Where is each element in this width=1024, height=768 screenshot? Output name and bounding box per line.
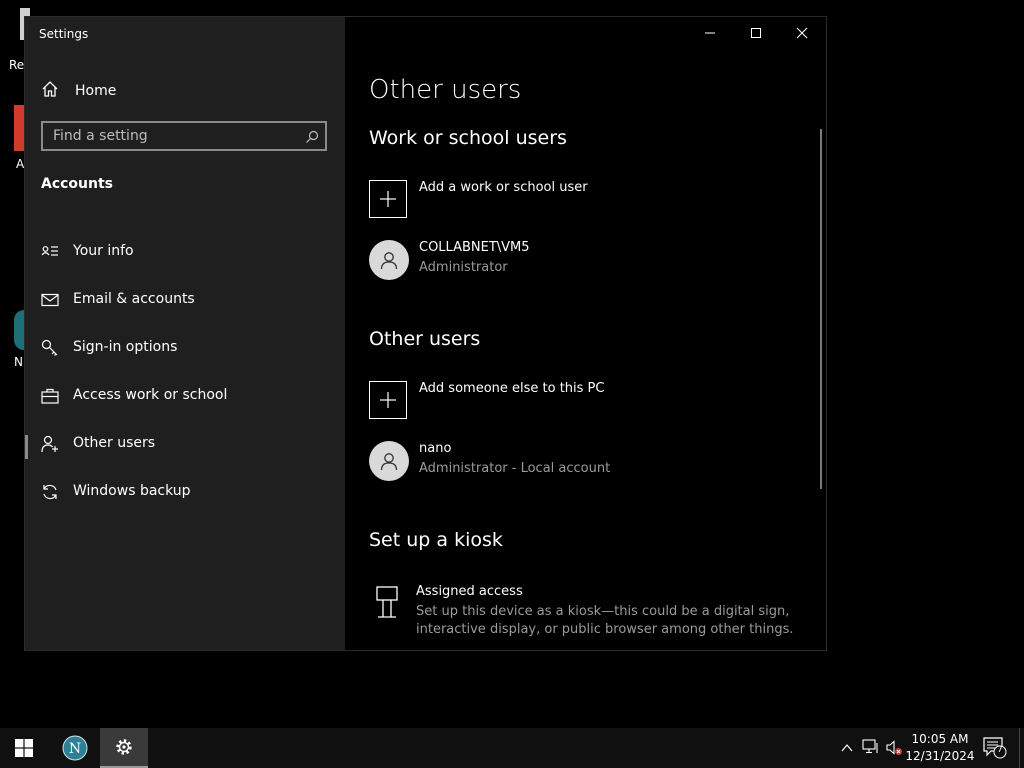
settings-window: Settings Home Find a setting Accounts Yo…: [24, 16, 827, 651]
sidebar-item-windows-backup[interactable]: Windows backup: [25, 473, 345, 513]
kiosk-heading: Set up a kiosk: [369, 529, 503, 551]
add-someone-else-button[interactable]: Add someone else to this PC: [369, 381, 629, 421]
section-title: Accounts: [41, 176, 114, 192]
notification-count: 7: [997, 745, 1003, 755]
sidebar-item-label: Email & accounts: [73, 291, 195, 307]
user-avatar-icon: [369, 441, 409, 481]
taskbar-app-button[interactable]: N: [52, 728, 98, 768]
maximize-button[interactable]: [733, 17, 779, 49]
user-account-nano[interactable]: nano Administrator - Local account: [369, 441, 629, 481]
sync-icon: [41, 483, 59, 501]
mail-icon: [41, 291, 59, 309]
close-button[interactable]: [779, 17, 825, 49]
add-work-school-label: Add a work or school user: [419, 180, 588, 195]
sidebar-item-email-accounts[interactable]: Email & accounts: [25, 281, 345, 321]
search-icon[interactable]: [305, 129, 319, 148]
clock[interactable]: 10:05 AM 12/31/2024: [905, 731, 975, 765]
your-info-icon: [41, 243, 59, 261]
taskbar-settings-button[interactable]: [100, 728, 148, 768]
window-title: Settings: [39, 27, 89, 41]
desktop-app-icon[interactable]: [14, 310, 24, 350]
sidebar-item-label: Other users: [73, 435, 156, 451]
assigned-access-button[interactable]: Assigned access Set up this device as a …: [369, 582, 794, 642]
plus-icon: [369, 180, 407, 218]
taskbar: N 10:05 AM 12/31/2024 7: [0, 728, 1024, 768]
add-someone-else-label: Add someone else to this PC: [419, 381, 605, 396]
nav-home-label: Home: [75, 83, 117, 99]
desktop-icons-area: Rec A N: [0, 0, 31, 420]
assigned-access-title: Assigned access: [416, 584, 523, 599]
main-content: Other users Work or school users Add a w…: [345, 17, 826, 650]
nav-home[interactable]: Home: [41, 81, 116, 101]
add-work-school-user-button[interactable]: Add a work or school user: [369, 180, 629, 220]
active-indicator: [25, 435, 28, 459]
user-role: Administrator: [419, 260, 508, 275]
user-account-collabnet[interactable]: COLLABNET\VM5 Administrator: [369, 240, 629, 280]
network-icon[interactable]: [862, 739, 880, 759]
minimize-button[interactable]: [687, 17, 733, 49]
sidebar-item-label: Sign-in options: [73, 339, 178, 355]
start-button[interactable]: [0, 728, 48, 768]
sidebar-item-label: Access work or school: [73, 387, 228, 403]
notification-center-icon[interactable]: 7: [983, 737, 1007, 763]
home-icon: [41, 80, 59, 102]
svg-text:N: N: [69, 741, 81, 757]
user-avatar-icon: [369, 240, 409, 280]
user-name: nano: [419, 441, 452, 456]
windows-logo-icon: [15, 739, 33, 757]
sidebar-item-sign-in-options[interactable]: Sign-in options: [25, 329, 345, 369]
desktop-app-icon[interactable]: [14, 105, 24, 151]
sidebar-item-other-users[interactable]: Other users: [25, 425, 345, 465]
key-icon: [41, 339, 59, 357]
assigned-access-desc-line1: Set up this device as a kiosk—this could…: [416, 604, 790, 619]
user-name: COLLABNET\VM5: [419, 240, 530, 255]
volume-muted-icon[interactable]: [885, 739, 903, 761]
plus-icon: [369, 381, 407, 419]
desktop-label-fragment: A: [16, 157, 25, 171]
sidebar-item-access-work[interactable]: Access work or school: [25, 377, 345, 417]
briefcase-icon: [41, 387, 59, 405]
clock-time: 10:05 AM: [911, 732, 969, 746]
other-users-heading: Other users: [369, 328, 481, 350]
search-input[interactable]: Find a setting: [41, 121, 327, 151]
work-school-heading: Work or school users: [369, 127, 567, 149]
assigned-access-desc-line2: interactive display, or public browser a…: [416, 622, 794, 637]
page-title: Other users: [369, 75, 522, 105]
sidebar-item-your-info[interactable]: Your info: [25, 233, 345, 273]
chevron-up-icon[interactable]: [840, 740, 854, 759]
sidebar: Settings Home Find a setting Accounts Yo…: [25, 17, 345, 650]
sidebar-item-label: Your info: [73, 243, 134, 259]
add-person-icon: [41, 435, 59, 453]
show-desktop-button[interactable]: [1019, 728, 1024, 768]
desktop-label-fragment: N: [14, 355, 23, 369]
gear-icon: [116, 739, 132, 755]
app-logo-icon: N: [62, 735, 88, 761]
scrollbar[interactable]: [820, 129, 822, 489]
user-role: Administrator - Local account: [419, 461, 611, 476]
search-placeholder: Find a setting: [53, 128, 148, 144]
sidebar-item-label: Windows backup: [73, 483, 191, 499]
kiosk-icon: [375, 586, 401, 624]
clock-date: 12/31/2024: [905, 749, 975, 763]
